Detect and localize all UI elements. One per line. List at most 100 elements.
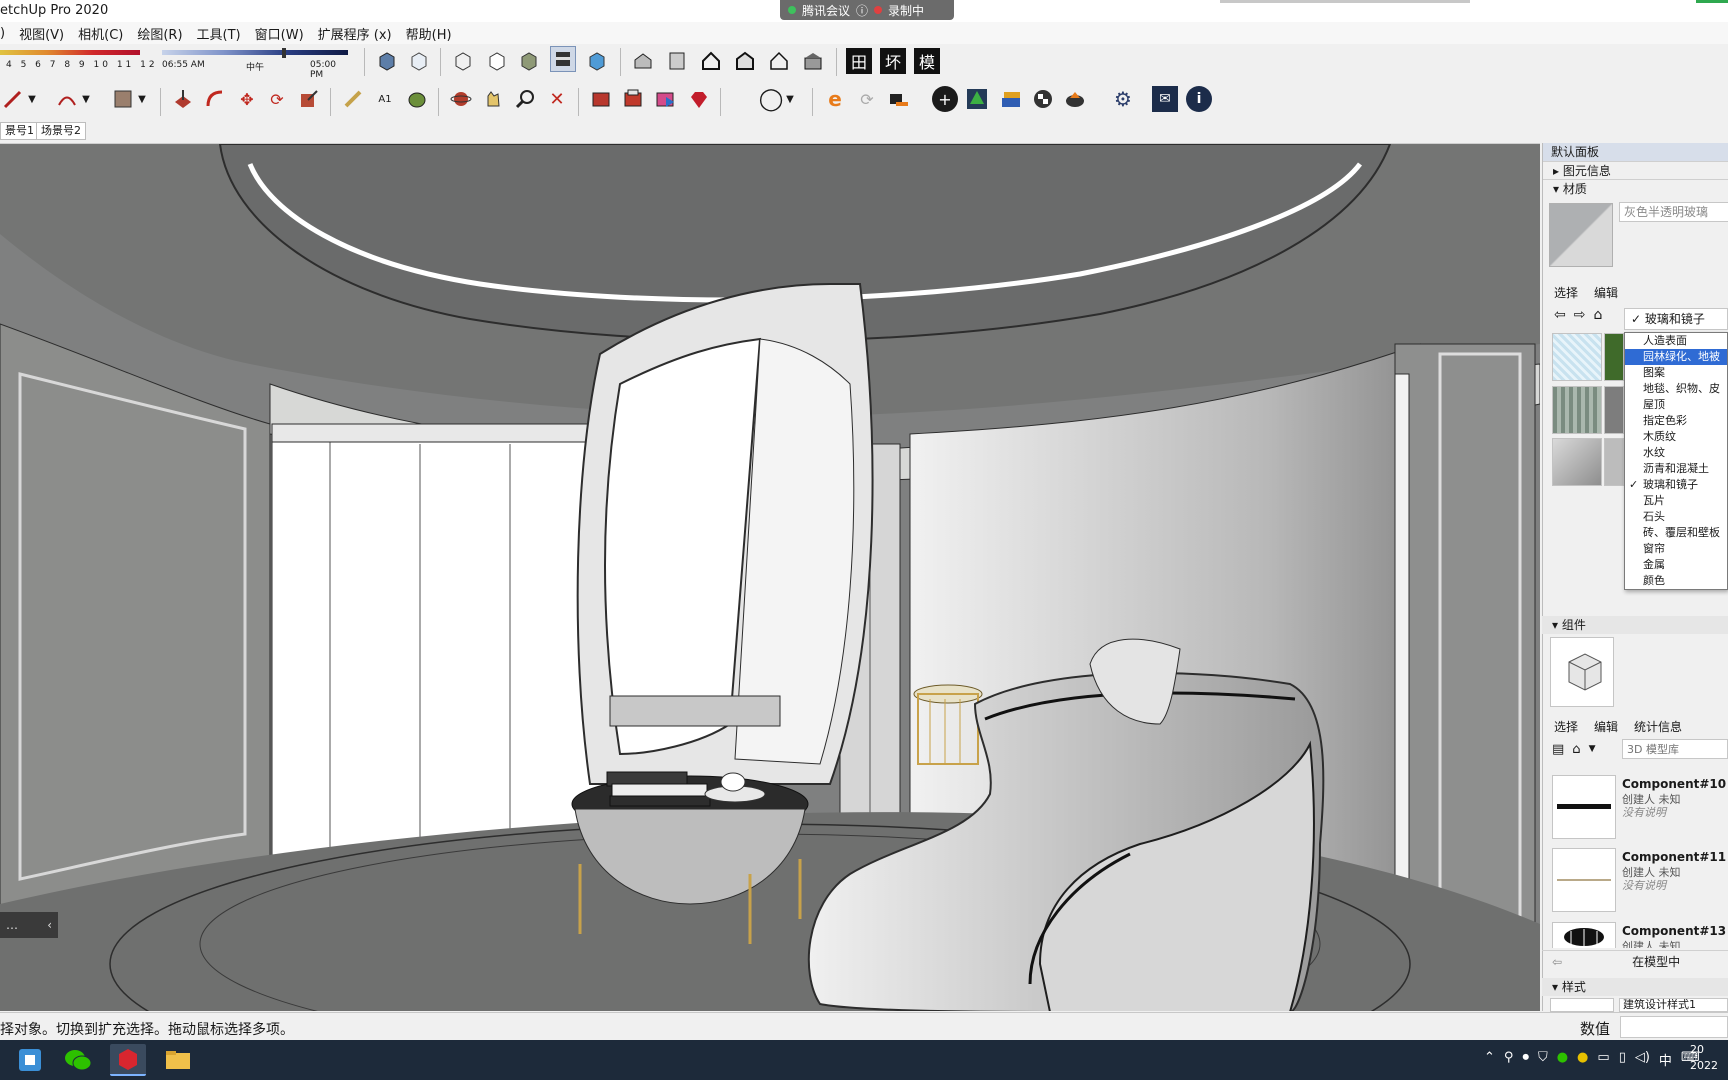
components-share-icon[interactable] [620,86,646,112]
category-option[interactable]: 指定色彩 [1625,413,1727,429]
account-icon[interactable]: ◯ [758,86,784,112]
tab-edit[interactable]: 编辑 [1594,718,1618,735]
category-option[interactable]: 园林绿化、地被 [1625,349,1727,365]
tab-edit[interactable]: 编辑 [1594,284,1618,301]
in-model-label[interactable]: 在模型中 [1632,953,1680,970]
sketchup-taskbar-icon[interactable] [110,1044,146,1076]
file-explorer-icon[interactable] [160,1044,196,1076]
volume-icon[interactable]: ◁) [1635,1050,1650,1069]
mic-icon[interactable]: ⏺ [1522,1050,1529,1069]
scale-icon[interactable] [296,86,322,112]
tape-measure-icon[interactable] [340,86,366,112]
right-view-icon[interactable] [732,48,758,74]
extension-warehouse-icon[interactable] [652,86,678,112]
category-option[interactable]: 人造表面 [1625,333,1727,349]
home-icon[interactable]: ⌂ [1572,742,1580,757]
push-pull-icon[interactable] [170,86,196,112]
iso-house-icon[interactable] [630,48,656,74]
top-view-icon[interactable] [664,48,690,74]
view-options-icon[interactable]: ▤ [1552,742,1564,757]
zoom-icon[interactable] [512,86,538,112]
network-icon[interactable]: ▯ [1619,1050,1626,1069]
back-arrow-icon[interactable]: ⇦ [1554,307,1566,323]
menu-item-help[interactable]: 帮助(H) [406,24,452,43]
category-option[interactable]: 瓦片 [1625,493,1727,509]
component-preview[interactable] [1550,637,1614,707]
category-select[interactable]: ✓ 玻璃和镜子 [1624,308,1728,330]
chevron-down-icon[interactable]: ▼ [136,86,148,112]
status-tray-icon[interactable]: ● [1577,1050,1588,1069]
styles-section[interactable]: ▾ 样式 [1542,978,1728,996]
material-name-field[interactable]: 灰色半透明玻璃 [1619,202,1728,222]
category-option[interactable]: 颜色 [1625,573,1727,589]
menu-item-window[interactable]: 窗口(W) [255,24,304,43]
rectangle-icon[interactable] [110,86,136,112]
material-swatch-1[interactable] [1552,333,1602,381]
category-option[interactable]: 金属 [1625,557,1727,573]
category-option[interactable]: 砖、覆层和壁板 [1625,525,1727,541]
menu-item-prev[interactable]: ) [0,26,5,41]
forward-arrow-icon[interactable]: ⇨ [1574,307,1586,323]
tab-statistics[interactable]: 统计信息 [1634,718,1682,735]
component-item[interactable]: Component#11 创建人 未知 没有说明 [1552,848,1728,916]
grid-plugin-icon[interactable]: 田 [846,48,872,74]
env-plugin-icon[interactable]: 坏 [880,48,906,74]
follow-me-icon[interactable] [202,86,228,112]
category-option[interactable]: ✓ 玻璃和镜子 [1625,477,1727,493]
ime-indicator[interactable]: 中 [1659,1050,1672,1069]
wechat-icon[interactable] [60,1044,96,1076]
menu-item-camera[interactable]: 相机(C) [78,24,123,43]
model-viewport[interactable]: … ‹ [0,143,1540,1011]
navigation-mini-bar[interactable]: … ‹ [0,912,58,938]
chevron-down-icon[interactable]: ▼ [26,86,38,112]
info-circle-icon[interactable]: i [1186,86,1212,112]
rotate-icon[interactable]: ⟳ [264,86,290,112]
tab-scene-1[interactable]: 景号1 [0,122,39,140]
chevron-down-icon[interactable]: ▼ [784,86,796,112]
move-icon[interactable]: ✥ [234,86,260,112]
tab-select[interactable]: 选择 [1554,718,1578,735]
enscape-icon[interactable]: e [822,86,848,112]
category-option[interactable]: 屋顶 [1625,397,1727,413]
home-icon[interactable]: ⌂ [1593,307,1602,323]
time-knob[interactable] [282,48,286,58]
pencil-icon[interactable] [0,86,26,112]
shadow-date-slider[interactable]: 4 5 6 7 8 9 10 11 12 [0,48,155,70]
category-option[interactable]: 水纹 [1625,445,1727,461]
hidden-line-icon[interactable] [484,48,510,74]
material-swatch-6[interactable] [1604,438,1624,486]
cloud-upload-icon[interactable] [1062,86,1088,112]
pin-icon[interactable]: ⛉ [1538,1050,1548,1069]
wireframe-icon[interactable] [450,48,476,74]
front-view-icon[interactable] [698,48,724,74]
components-section[interactable]: ▾ 组件 [1542,616,1728,634]
model-search-input[interactable] [1622,739,1728,759]
xray-icon[interactable] [406,48,432,74]
wechat-tray-icon[interactable]: ● [1557,1050,1568,1069]
app-launcher-icon[interactable] [12,1044,48,1076]
checker-icon[interactable] [1030,86,1056,112]
category-option[interactable]: 木质纹 [1625,429,1727,445]
materials-section[interactable]: ▾ 材质 [1543,179,1728,197]
mail-icon[interactable]: ✉ [1152,86,1178,112]
tab-select[interactable]: 选择 [1554,284,1578,301]
material-swatch-5[interactable] [1552,438,1602,486]
shadow-time-slider[interactable]: 06:55 AM 中午 05:00 PM [162,48,350,80]
user-icon[interactable]: ⚲ [1504,1050,1514,1069]
shaded-icon[interactable] [516,48,542,74]
sync-icon[interactable]: ⟳ [854,86,880,112]
shaded-texture-icon[interactable] [550,46,576,72]
measurements-input[interactable] [1620,1016,1728,1038]
chevron-up-icon[interactable]: ⌃ [1484,1050,1495,1069]
menu-item-view[interactable]: 视图(V) [19,24,64,43]
arc-icon[interactable] [54,86,80,112]
video-export-icon[interactable] [886,86,912,112]
battery-icon[interactable]: ▭ [1597,1050,1609,1069]
tree-icon[interactable] [964,86,990,112]
back-view-icon[interactable] [766,48,792,74]
category-option[interactable]: 沥青和混凝土 [1625,461,1727,477]
settings-gear-icon[interactable]: ⚙ [1110,86,1136,112]
menu-item-tools[interactable]: 工具(T) [197,24,241,43]
category-option[interactable]: 地毯、织物、皮 [1625,381,1727,397]
meeting-indicator[interactable]: 腾讯会议 ⓘ 录制中 [780,0,954,20]
